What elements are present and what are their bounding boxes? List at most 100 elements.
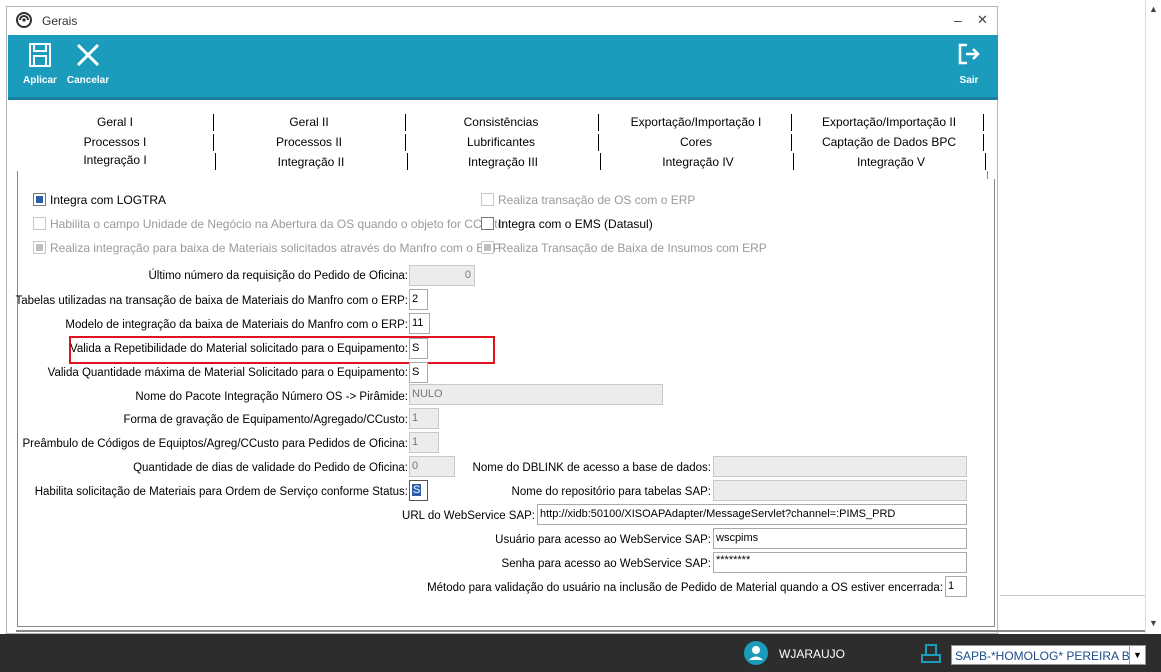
usuario-webservice-sap-value: wscpims xyxy=(716,532,759,544)
tab-integracao-iv[interactable]: Integração IV xyxy=(603,153,793,171)
preambulo-codigos-label: Preâmbulo de Códigos de Equiptos/Agreg/C… xyxy=(22,438,408,450)
modelo-integracao-value: 11 xyxy=(412,317,424,329)
chevron-down-icon[interactable]: ▼ xyxy=(1129,646,1145,664)
panel-top-border xyxy=(987,171,988,179)
habilita-solicitacao-status-value: S xyxy=(412,484,422,496)
tab-separator xyxy=(791,134,792,151)
vertical-scrollbar[interactable]: ▲ ▼ xyxy=(1145,0,1161,634)
horizontal-scrollbar-track xyxy=(1000,595,1145,596)
nome-pacote-integracao-field[interactable]: NULO xyxy=(409,384,663,405)
tabelas-transacao-value: 2 xyxy=(412,293,419,305)
tab-processos-i[interactable]: Processos I xyxy=(25,133,205,151)
exit-label: Sair xyxy=(959,75,979,86)
tab-exportacao-importacao-i[interactable]: Exportação/Importação I xyxy=(601,113,791,131)
tab-cores[interactable]: Cores xyxy=(601,133,791,151)
app-logo-icon xyxy=(16,12,32,28)
tabelas-transacao-field[interactable]: 2 xyxy=(409,289,428,310)
baixa-materiais-manfro-checkbox[interactable] xyxy=(33,241,46,254)
habilita-solicitacao-status-label: Habilita solicitação de Materiais para O… xyxy=(34,486,408,498)
tab-integracao-iii[interactable]: Integração III xyxy=(411,153,595,171)
preambulo-codigos-field[interactable]: 1 xyxy=(409,432,439,453)
valida-quantidade-maxima-value: S xyxy=(412,366,420,378)
exit-icon xyxy=(958,43,980,65)
tab-separator xyxy=(405,114,406,131)
unidade-negocio-checkbox[interactable] xyxy=(33,217,46,230)
usuario-webservice-sap-field[interactable]: wscpims xyxy=(713,528,967,549)
baixa-insumos-erp-label: Realiza Transação de Baixa de Insumos co… xyxy=(498,241,767,255)
tabelas-transacao-label: Tabelas utilizadas na transação de baixa… xyxy=(15,295,409,307)
environment-icon xyxy=(920,642,942,664)
integra-ems-checkbox[interactable] xyxy=(481,217,494,230)
tab-lubrificantes[interactable]: Lubrificantes xyxy=(409,133,593,151)
tab-separator xyxy=(600,153,601,170)
tab-separator xyxy=(407,153,408,170)
tab-integracao-i[interactable]: Integração I xyxy=(25,151,205,169)
preambulo-codigos-value: 1 xyxy=(412,436,419,448)
metodo-validacao-usuario-value: 1 xyxy=(948,580,955,592)
scroll-up-icon[interactable]: ▲ xyxy=(1149,4,1158,14)
url-webservice-sap-label: URL do WebService SAP: xyxy=(402,510,535,522)
unidade-negocio-label: Habilita o campo Unidade de Negócio na A… xyxy=(50,217,505,231)
url-webservice-sap-field[interactable]: http://xidb:50100/XISOAPAdapter/MessageS… xyxy=(537,504,967,525)
tab-captacao-dados-bpc[interactable]: Captação de Dados BPC xyxy=(793,133,985,151)
url-webservice-sap-value: http://xidb:50100/XISOAPAdapter/MessageS… xyxy=(540,508,896,520)
transacao-os-erp-label: Realiza transação de OS com o ERP xyxy=(498,193,696,207)
nome-pacote-integracao-label: Nome do Pacote Integração Número OS -> P… xyxy=(135,391,408,403)
nome-repositorio-sap-field[interactable] xyxy=(713,480,967,501)
toolbar: Aplicar Cancelar Sair xyxy=(8,35,998,100)
tab-geral-i[interactable]: Geral I xyxy=(25,113,205,131)
usuario-webservice-sap-label: Usuário para acesso ao WebService SAP: xyxy=(495,534,711,546)
cancel-label: Cancelar xyxy=(66,75,110,86)
valida-repetibilidade-field[interactable]: S xyxy=(409,338,428,359)
valida-repetibilidade-value: S xyxy=(412,342,420,354)
modelo-integracao-label: Modelo de integração da baixa de Materia… xyxy=(65,319,408,331)
apply-button[interactable]: Aplicar xyxy=(18,35,62,97)
tab-separator xyxy=(598,114,599,131)
habilita-solicitacao-status-field[interactable]: S xyxy=(409,480,428,501)
integra-logtra-checkbox[interactable] xyxy=(33,193,46,206)
valida-quantidade-maxima-label: Valida Quantidade máxima de Material Sol… xyxy=(47,367,408,379)
ultimo-numero-requisicao-field[interactable]: 0 xyxy=(409,265,475,286)
baixa-insumos-erp-checkbox[interactable] xyxy=(481,241,494,254)
tab-separator xyxy=(213,114,214,131)
valida-quantidade-maxima-field[interactable]: S xyxy=(409,362,428,383)
close-button[interactable]: ✕ xyxy=(977,12,988,28)
forma-gravacao-field[interactable]: 1 xyxy=(409,408,439,429)
tab-separator xyxy=(598,134,599,151)
senha-webservice-sap-label: Senha para acesso ao WebService SAP: xyxy=(501,558,711,570)
title-bar: Gerais – ✕ xyxy=(7,7,997,34)
current-user: WJARAUJO xyxy=(779,647,845,661)
integra-ems-label: Integra com o EMS (Datasul) xyxy=(498,217,653,231)
environment-value: SAPB-*HOMOLOG* PEREIRA B xyxy=(955,649,1130,663)
forma-gravacao-label: Forma de gravação de Equipamento/Agregad… xyxy=(123,414,408,426)
tab-geral-ii[interactable]: Geral II xyxy=(217,113,401,131)
scroll-down-icon[interactable]: ▼ xyxy=(1149,618,1158,628)
dias-validade-pedido-field[interactable]: 0 xyxy=(409,456,455,477)
tab-consistencias[interactable]: Consistências xyxy=(409,113,593,131)
senha-webservice-sap-value: ******** xyxy=(716,554,751,566)
exit-button[interactable]: Sair xyxy=(950,35,988,97)
panel-bottom-line xyxy=(16,630,1145,632)
tab-exportacao-importacao-ii[interactable]: Exportação/Importação II xyxy=(793,113,985,131)
cancel-button[interactable]: Cancelar xyxy=(64,35,112,97)
senha-webservice-sap-field[interactable]: ******** xyxy=(713,552,967,573)
tab-separator xyxy=(791,114,792,131)
metodo-validacao-usuario-label: Método para validação do usuário na incl… xyxy=(427,582,943,594)
integra-logtra-label: Integra com LOGTRA xyxy=(50,193,167,207)
tab-separator xyxy=(405,134,406,151)
tab-integracao-ii[interactable]: Integração II xyxy=(219,153,403,171)
tab-integracao-v[interactable]: Integração V xyxy=(795,153,987,171)
tab-processos-ii[interactable]: Processos II xyxy=(217,133,401,151)
nome-dblink-field[interactable] xyxy=(713,456,967,477)
modelo-integracao-field[interactable]: 11 xyxy=(409,313,430,334)
minimize-button[interactable]: – xyxy=(954,12,962,28)
close-icon xyxy=(76,43,100,67)
baixa-materiais-manfro-label: Realiza integração para baixa de Materia… xyxy=(50,241,501,255)
dias-validade-pedido-label: Quantidade de dias de validade do Pedido… xyxy=(133,462,408,474)
nome-dblink-label: Nome do DBLINK de acesso a base de dados… xyxy=(472,462,711,474)
nome-repositorio-sap-label: Nome do repositório para tabelas SAP: xyxy=(511,486,711,498)
metodo-validacao-usuario-field[interactable]: 1 xyxy=(945,576,967,597)
environment-select[interactable]: SAPB-*HOMOLOG* PEREIRA B ▼ xyxy=(951,645,1146,665)
tab-separator xyxy=(983,114,984,131)
transacao-os-erp-checkbox[interactable] xyxy=(481,193,494,206)
